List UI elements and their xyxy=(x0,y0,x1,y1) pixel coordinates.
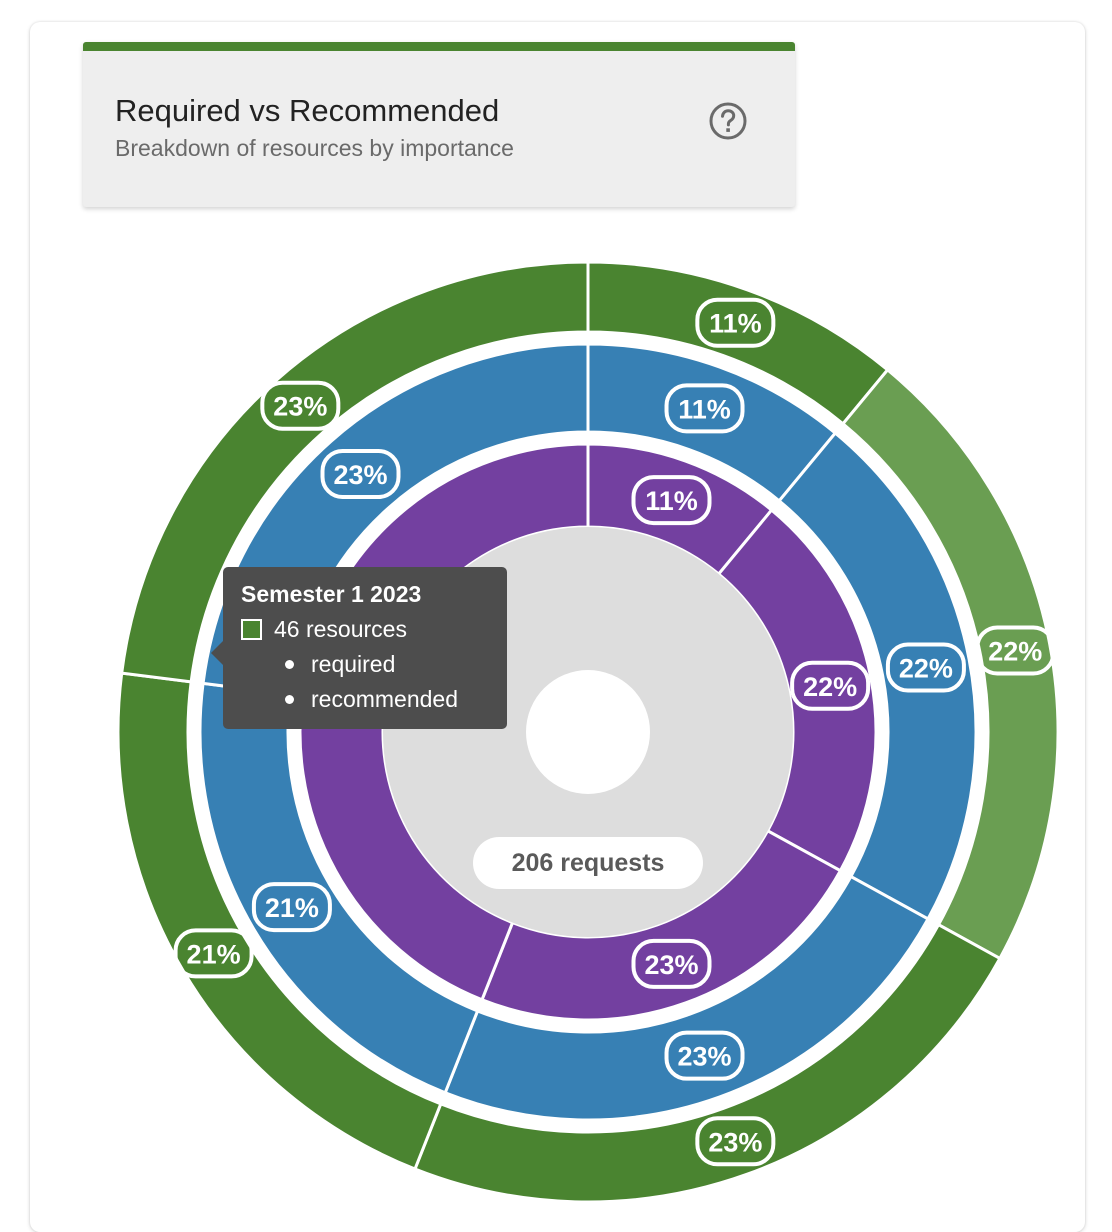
chart-tooltip: Semester 1 2023 46 resources required re… xyxy=(223,567,507,729)
help-circle-icon[interactable] xyxy=(707,100,749,142)
tooltip-series-label: 46 resources xyxy=(274,616,407,643)
segment-label-text: 23% xyxy=(273,392,327,422)
page-subtitle: Breakdown of resources by importance xyxy=(115,135,514,163)
header-accent-bar xyxy=(83,42,795,51)
segment-label-text: 21% xyxy=(265,893,319,923)
segment-label-text: 21% xyxy=(187,939,241,969)
segment-label-text: 11% xyxy=(709,309,762,339)
tooltip-bullet-item: required xyxy=(241,651,489,678)
center-total-label: 206 requests xyxy=(512,849,665,877)
segment-label-text: 23% xyxy=(678,1042,732,1072)
page-title: Required vs Recommended xyxy=(115,94,514,129)
tooltip-title: Semester 1 2023 xyxy=(241,581,489,609)
segment-label-text: 23% xyxy=(708,1127,762,1157)
chart-header-panel: Required vs Recommended Breakdown of res… xyxy=(83,42,795,207)
segment-label-text: 23% xyxy=(333,460,387,490)
widget-card: Required vs Recommended Breakdown of res… xyxy=(30,22,1085,1232)
segment-label-text: 22% xyxy=(988,636,1042,666)
sunburst-chart[interactable]: 206 requests 11% 22% 23% 21% 23% 11% 22% 23% 21%… xyxy=(58,232,1112,1232)
segment-label-text: 22% xyxy=(803,672,857,702)
tooltip-bullet-label: recommended xyxy=(311,686,458,713)
segment-label-text: 22% xyxy=(899,654,953,684)
tooltip-bullet-label: required xyxy=(311,651,395,678)
tooltip-series-row: 46 resources xyxy=(241,616,489,643)
tooltip-color-swatch xyxy=(241,619,262,640)
segment-label-text: 11% xyxy=(678,394,731,424)
segment-label-text: 11% xyxy=(645,486,698,516)
bullet-dot-icon xyxy=(285,660,294,669)
bullet-dot-icon xyxy=(285,695,294,704)
tooltip-pointer xyxy=(211,640,224,666)
segment-label-text: 23% xyxy=(644,950,698,980)
tooltip-bullet-item: recommended xyxy=(241,686,489,713)
center-hole xyxy=(526,670,650,794)
header-text-block: Required vs Recommended Breakdown of res… xyxy=(115,94,514,162)
